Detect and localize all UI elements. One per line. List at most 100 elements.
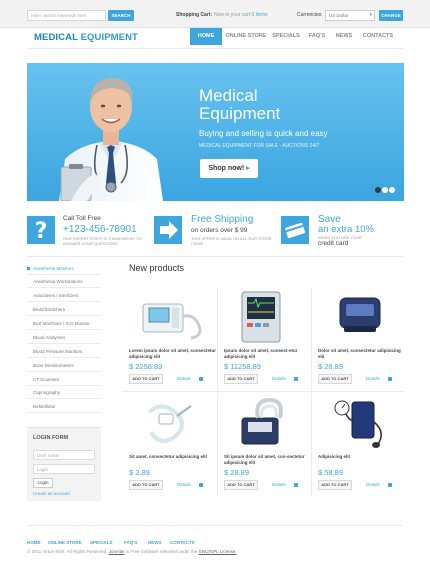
product-image[interactable] (129, 392, 223, 452)
shop-now-label: Shop now! (208, 165, 245, 172)
credit-card-icon (281, 216, 309, 244)
add-to-cart-button[interactable]: ADD TO CART (129, 374, 163, 384)
create-account-link[interactable]: Create an account (33, 491, 70, 496)
banner-tagline: MEDICAL EQUIPMENT FOR SALE - AUCTIONS 24… (199, 143, 320, 149)
nav-faqs[interactable]: FAQ'S (305, 28, 329, 45)
cart-items-link[interactable]: 0 items (252, 12, 268, 18)
arrow-right-icon (154, 216, 182, 244)
product-name[interactable]: Adipisicing elit (318, 454, 406, 460)
sidebar-item-anesthesia-monitors[interactable]: Anesthesia Monitors (27, 262, 101, 275)
product-image[interactable] (129, 286, 223, 346)
product-price: $ 28.89 (224, 468, 250, 477)
product-image[interactable] (224, 392, 318, 452)
slide-dot-1[interactable] (375, 187, 381, 193)
add-to-cart-button[interactable]: ADD TO CART (224, 480, 258, 490)
add-to-cart-button[interactable]: ADD TO CART (224, 374, 258, 384)
shop-now-button[interactable]: Shop now! ▸ (200, 159, 258, 178)
sidebar-item-blood-analyzers[interactable]: Blood Analyzers (27, 331, 101, 344)
footer-nav-online-store[interactable]: ONLINE STORE (48, 540, 82, 545)
nav-contacts[interactable]: CONTACTS (360, 28, 396, 45)
details-link[interactable]: Details (272, 376, 298, 381)
header-divider (27, 48, 403, 49)
currency-select[interactable]: US Dollar ▾ (325, 10, 375, 21)
nav-home[interactable]: HOME (190, 28, 222, 45)
sidebar-item-capnography[interactable]: Capnography (27, 386, 101, 399)
sidebar-item-boz-machines[interactable]: BoZ Machines / ICG Monitor (27, 317, 101, 330)
new-products-heading: New products (129, 263, 185, 273)
product-name[interactable]: Lorem ipsum dolor sit amet, consectetur … (129, 348, 217, 360)
add-to-cart-button[interactable]: ADD TO CART (129, 480, 163, 490)
footer-nav-specials[interactable]: SPECIALS (90, 540, 113, 545)
details-link[interactable]: Details (177, 376, 203, 381)
details-link[interactable]: Details (177, 482, 203, 487)
product-image[interactable] (318, 286, 412, 346)
cart-status: Now in your cart 0 items (214, 12, 268, 18)
license-link[interactable]: GNU/GPL License. (199, 549, 237, 554)
change-currency-button[interactable]: CHANGE (379, 10, 403, 21)
product-name[interactable]: Sit amet, consectetur adipisicing elit (129, 454, 217, 460)
banner-subtitle: Buying and selling is quick and easy (199, 129, 328, 138)
nav-news[interactable]: NEWS (333, 28, 355, 45)
search-input[interactable]: enter search keywords here (27, 10, 106, 21)
sidebar-item-autoclaves[interactable]: Autoclaves / Sterilizers (27, 289, 101, 302)
footer-nav-contacts[interactable]: CONTACTS (170, 540, 195, 545)
sidebar-item-ct-scanners[interactable]: CT Scanners (27, 373, 101, 386)
call-label: Call Toll Free (63, 215, 101, 222)
info-divider (27, 256, 403, 257)
currencies-label: Currencies: (297, 12, 323, 18)
copyright: © 2011 Virtue Mart. All Rights Reserved.… (27, 549, 237, 554)
chevron-down-icon: ▾ (369, 12, 372, 18)
login-button[interactable]: Login (33, 478, 53, 488)
phone-number: +123-456-78901 (63, 224, 137, 235)
login-title: LOGIN FORM (33, 435, 69, 441)
slide-dot-3[interactable] (389, 187, 395, 193)
cart-label: Shopping Cart: (176, 12, 213, 18)
shipping-line: on orders over $ 99 (191, 227, 248, 234)
footer-nav-home[interactable]: HOME (27, 540, 41, 545)
product-card: Lorem ipsum dolor sit amet, consectetur … (129, 286, 223, 390)
product-name[interactable]: Dolor sit amet, consectetur adipisicing … (318, 348, 406, 360)
shipping-title: Free Shipping (191, 214, 254, 225)
footer-nav-faqs[interactable]: FAQ'S (124, 540, 137, 545)
doctor-image (59, 78, 163, 201)
password-field[interactable]: Login (33, 464, 95, 474)
sidebar-item-blood-pressure-monitors[interactable]: Blood Pressure Monitors (27, 345, 101, 358)
product-name[interactable]: Sit ipsum dolor sit amet, con-sectetur a… (224, 454, 312, 466)
footer-divider (27, 525, 403, 526)
product-card: Adipisicing elit $ 58.89 ADD TO CART Det… (318, 392, 412, 496)
add-to-cart-button[interactable]: ADD TO CART (318, 480, 352, 490)
sidebar-item-beds[interactable]: Beds/Stretchers (27, 303, 101, 316)
add-to-cart-button[interactable]: ADD TO CART (318, 374, 352, 384)
save-card: credit card (318, 240, 349, 247)
search-button[interactable]: SEARCH (108, 10, 134, 21)
product-name[interactable]: Ipsum dolor sit amet, consect-etur adipi… (224, 348, 312, 360)
question-icon: ? (27, 216, 55, 244)
details-link[interactable]: Details (366, 376, 392, 381)
logo[interactable]: MEDICAL EQUIPMENT (34, 32, 138, 43)
sidebar-item-bone-densitometers[interactable]: Bone Densitometers (27, 359, 101, 372)
nav-specials[interactable]: SPECIALS (270, 28, 302, 45)
product-price: $ 28.89 (318, 362, 344, 371)
product-price: $ 2258.89 (129, 362, 163, 371)
save-line: an extra 10% (318, 224, 374, 235)
logo-part2: EQUIPMENT (80, 32, 138, 43)
product-image[interactable] (224, 286, 318, 346)
product-price: $ 2.89 (129, 468, 150, 477)
details-link[interactable]: Details (272, 482, 298, 487)
play-icon: ▸ (246, 165, 250, 172)
footer-nav-news[interactable]: NEWS (148, 540, 162, 545)
sidebar-item-defibrillator[interactable]: Defibrillator (27, 400, 101, 413)
joomla-link[interactable]: Joomla! (109, 549, 125, 554)
username-field[interactable]: User name (33, 450, 95, 460)
product-card: Ipsum dolor sit amet, consect-etur adipi… (224, 286, 318, 390)
nav-online-store[interactable]: ONLINE STORE (224, 28, 268, 45)
product-price: $ 58.89 (318, 468, 344, 477)
banner-title: Medical Equipment (199, 87, 280, 123)
slide-dot-2[interactable] (382, 187, 388, 193)
login-form: LOGIN FORM User name Login Login Create … (27, 427, 101, 501)
cart-status-prefix: Now in your cart (214, 12, 251, 18)
sidebar-item-anesthesia-workstations[interactable]: Anesthesia Workstations (27, 275, 101, 288)
product-image[interactable] (318, 392, 412, 452)
top-bar: enter search keywords here SEARCH Shoppi… (0, 0, 430, 28)
details-link[interactable]: Details (366, 482, 392, 487)
